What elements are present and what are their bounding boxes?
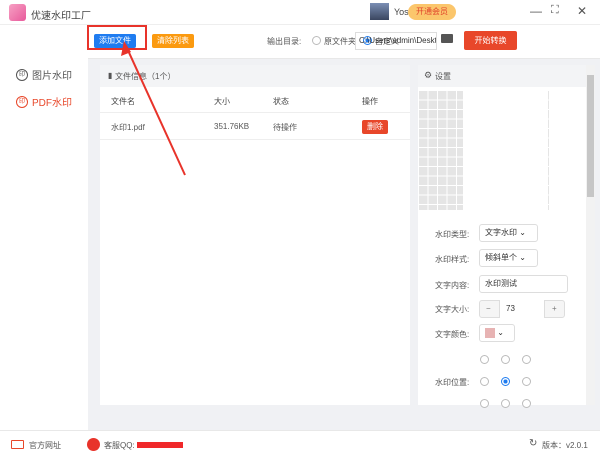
qq-label: 客服QQ: — [104, 441, 135, 450]
refresh-icon[interactable]: ↻ — [529, 438, 537, 449]
website-link[interactable]: 官方网址 — [29, 440, 61, 451]
redacted-qq — [137, 442, 183, 448]
footer: 官方网址 客服QQ: ↻ 版本：v2.0.1 — [0, 430, 600, 459]
customer-service-icon — [87, 438, 100, 451]
annotation-arrow — [121, 41, 186, 176]
version-label: 版本：v2.0.1 — [542, 441, 588, 450]
website-icon — [11, 440, 24, 449]
